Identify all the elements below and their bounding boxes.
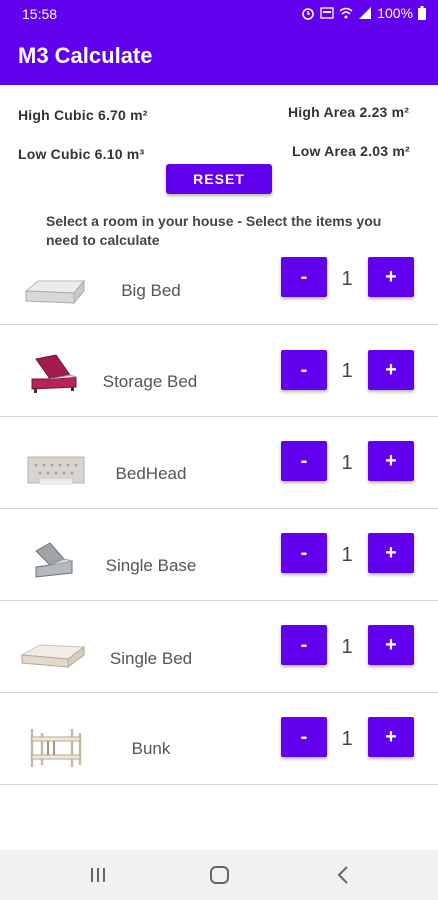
- recent-apps-icon[interactable]: [86, 864, 110, 886]
- increment-button[interactable]: +: [368, 625, 414, 665]
- item-row-bedhead: BedHead - 1 +: [0, 417, 438, 509]
- decrement-button[interactable]: -: [281, 257, 327, 297]
- item-name: Single Bed: [109, 649, 193, 668]
- mattress-image: [24, 279, 86, 305]
- app-bar: M3 Calculate: [0, 28, 438, 85]
- battery-icon: [418, 6, 426, 20]
- quantity-value: 1: [341, 452, 353, 474]
- signal-icon: [359, 7, 372, 19]
- quantity-value: 1: [341, 728, 353, 750]
- item-name: Big Bed: [121, 281, 181, 300]
- item-row-storage-bed: Storage Bed - 1 +: [0, 325, 438, 417]
- increment-button[interactable]: +: [368, 717, 414, 757]
- decrement-button[interactable]: -: [281, 441, 327, 481]
- status-icons: 100%: [301, 5, 426, 21]
- quantity-value: 1: [341, 268, 353, 290]
- item-row-single-base: Single Base - 1 +: [0, 509, 438, 601]
- back-icon[interactable]: [332, 864, 356, 886]
- status-time: 15:58: [22, 6, 58, 22]
- item-name: Single Base: [105, 556, 197, 575]
- low-cubic-label: Low Cubic 6.10 m³: [18, 146, 145, 162]
- bunk-bed-image: [30, 729, 82, 767]
- increment-button[interactable]: +: [368, 533, 414, 573]
- quantity-value: 1: [341, 544, 353, 566]
- item-name: Storage Bed: [102, 372, 198, 391]
- wifi-icon: [339, 7, 353, 19]
- quantity-value: 1: [341, 636, 353, 658]
- home-icon[interactable]: [208, 864, 232, 886]
- decrement-button[interactable]: -: [281, 533, 327, 573]
- alarm-icon: [302, 8, 314, 20]
- system-nav-bar: [0, 850, 438, 900]
- increment-button[interactable]: +: [368, 350, 414, 390]
- decrement-button[interactable]: -: [281, 350, 327, 390]
- item-row-single-bed: Single Bed - 1 +: [0, 601, 438, 693]
- bedhead-image: [27, 456, 85, 485]
- high-area-label: High Area 2.23 m²: [288, 104, 410, 120]
- quantity-value: 1: [341, 360, 353, 382]
- reset-button[interactable]: RESET: [166, 164, 272, 194]
- battery-percent: 100%: [377, 5, 413, 21]
- high-cubic-label: High Cubic 6.70 m²: [18, 107, 148, 123]
- volte-icon: [320, 7, 334, 19]
- single-base-image: [35, 542, 73, 578]
- decrement-button[interactable]: -: [281, 625, 327, 665]
- item-row-big-bed: Big Bed - 1 +: [0, 233, 438, 325]
- increment-button[interactable]: +: [368, 441, 414, 481]
- increment-button[interactable]: +: [368, 257, 414, 297]
- storage-bed-image: [31, 354, 77, 393]
- low-area-label: Low Area 2.03 m²: [292, 143, 410, 159]
- item-row-bunk: Bunk - 1 +: [0, 693, 438, 785]
- item-name: Bunk: [131, 739, 171, 758]
- item-name: BedHead: [115, 464, 187, 483]
- single-mattress-image: [20, 644, 86, 668]
- decrement-button[interactable]: -: [281, 717, 327, 757]
- status-bar: 15:58 100%: [0, 0, 438, 28]
- app-title: M3 Calculate: [18, 43, 153, 68]
